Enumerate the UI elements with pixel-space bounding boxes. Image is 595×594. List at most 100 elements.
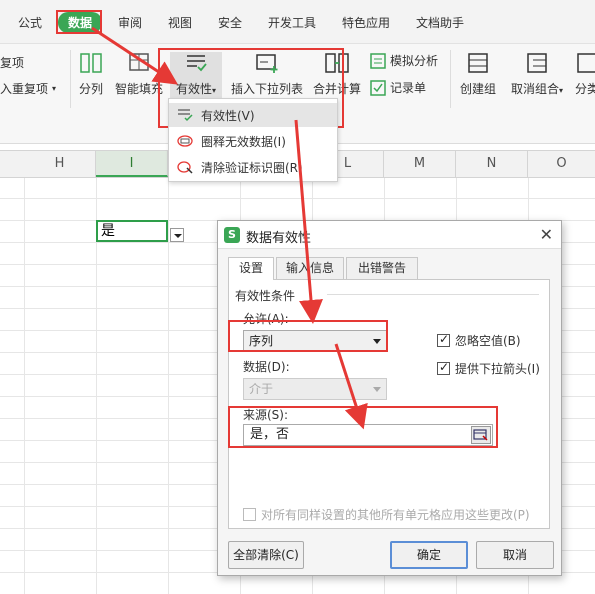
provide-dropdown-label: 提供下拉箭头(I) bbox=[455, 362, 540, 376]
validity-conditions-label: 有效性条件 bbox=[235, 289, 296, 303]
create-group-icon bbox=[468, 53, 488, 73]
validity-button[interactable]: 有效性▾ bbox=[170, 52, 222, 102]
split-column-button[interactable]: 分列 bbox=[76, 52, 106, 97]
menu-item-validity[interactable]: 有效性(V) bbox=[169, 103, 337, 127]
record-form-button[interactable]: 记录单 bbox=[370, 79, 426, 96]
close-icon[interactable]: ✕ bbox=[540, 225, 553, 244]
tab-features[interactable]: 特色应用 bbox=[342, 14, 390, 31]
data-validity-dialog: S 数据有效性 ✕ 设置 输入信息 出错警告 有效性条件 允许(A): 序列 忽… bbox=[217, 220, 562, 576]
simulate-button[interactable]: 模拟分析 bbox=[370, 52, 438, 69]
cancel-button[interactable]: 取消 bbox=[476, 541, 554, 569]
range-picker-icon[interactable] bbox=[471, 426, 491, 444]
ungroup-button[interactable]: 取消组合▾ bbox=[506, 52, 568, 97]
smart-fill-label: 智能填充 bbox=[114, 82, 163, 96]
record-form-icon bbox=[370, 79, 386, 96]
subtotal-button[interactable]: 分类 bbox=[572, 52, 595, 97]
validity-label: 有效性 bbox=[175, 82, 212, 96]
tab-data[interactable]: 数据 bbox=[58, 12, 103, 33]
range-picker-glyph bbox=[473, 429, 488, 441]
data-label: 数据(D): bbox=[243, 360, 290, 374]
chevron-down-icon bbox=[373, 339, 381, 344]
tab-developer[interactable]: 开发工具 bbox=[268, 14, 316, 31]
tab-doc-assistant[interactable]: 文档助手 bbox=[416, 14, 464, 31]
data-select: 介于 bbox=[243, 378, 387, 400]
group-divider bbox=[327, 294, 539, 295]
reject-duplicates-label: 入重复项 bbox=[0, 82, 49, 96]
menu-item-validity-label: 有效性(V) bbox=[201, 108, 255, 123]
clear-all-button[interactable]: 全部清除(C) bbox=[228, 541, 304, 569]
validity-icon bbox=[187, 55, 207, 72]
smart-fill-icon bbox=[129, 53, 149, 71]
menu-item-clear-circles[interactable]: 清除验证标识圈(R) bbox=[169, 155, 337, 179]
reject-duplicates[interactable]: 入重复项 ▾ bbox=[0, 80, 56, 97]
validity-small-icon bbox=[178, 109, 193, 122]
ungroup-icon bbox=[527, 53, 547, 73]
create-group-button[interactable]: 创建组 bbox=[458, 52, 498, 97]
split-column-icon bbox=[80, 53, 102, 73]
menu-item-clear-circles-label: 清除验证标识圈(R) bbox=[201, 160, 303, 175]
provide-dropdown-checkbox[interactable]: 提供下拉箭头(I) bbox=[437, 360, 540, 377]
column-header-n[interactable]: N bbox=[456, 151, 528, 177]
tab-error-alert[interactable]: 出错警告 bbox=[346, 257, 418, 279]
chevron-down-icon bbox=[373, 387, 381, 392]
allow-select[interactable]: 序列 bbox=[243, 330, 387, 352]
subtotal-icon bbox=[577, 53, 595, 73]
checkbox-checked-icon bbox=[437, 360, 450, 375]
create-group-label: 创建组 bbox=[459, 82, 496, 96]
duplicate-item[interactable]: 复项 bbox=[0, 54, 24, 71]
settings-panel: 有效性条件 允许(A): 序列 忽略空值(B) 提供下拉箭头(I) 数据(D):… bbox=[228, 279, 550, 529]
dialog-title: 数据有效性 bbox=[246, 231, 312, 246]
wps-logo-icon: S bbox=[224, 227, 240, 243]
merge-calc-button[interactable]: 合并计算 bbox=[312, 52, 362, 97]
col-line bbox=[168, 178, 169, 594]
tab-settings[interactable]: 设置 bbox=[228, 257, 274, 280]
simulate-label: 模拟分析 bbox=[390, 54, 439, 68]
allow-select-value: 序列 bbox=[249, 334, 274, 348]
tab-view[interactable]: 视图 bbox=[168, 14, 192, 31]
checkbox-unchecked-icon bbox=[243, 508, 256, 521]
simulate-icon bbox=[370, 52, 386, 69]
divider bbox=[450, 50, 451, 108]
split-column-label: 分列 bbox=[78, 82, 103, 96]
clear-circles-icon bbox=[177, 161, 193, 174]
ungroup-label: 取消组合 bbox=[510, 82, 559, 96]
column-header-m[interactable]: M bbox=[384, 151, 456, 177]
record-form-label: 记录单 bbox=[390, 81, 427, 95]
tab-review[interactable]: 审阅 bbox=[118, 14, 142, 31]
menu-item-circle-invalid[interactable]: 圈释无效数据(I) bbox=[169, 129, 337, 153]
tab-security[interactable]: 安全 bbox=[218, 14, 242, 31]
validity-menu: 有效性(V) 圈释无效数据(I) 清除验证标识圈(R) bbox=[168, 98, 338, 182]
tab-input-message[interactable]: 输入信息 bbox=[276, 257, 344, 279]
tab-formula[interactable]: 公式 bbox=[18, 14, 42, 31]
data-select-value: 介于 bbox=[249, 382, 274, 396]
merge-calc-icon bbox=[325, 53, 349, 73]
apply-all-label: 对所有同样设置的其他所有单元格应用这些更改(P) bbox=[261, 508, 530, 522]
checkbox-checked-icon bbox=[437, 332, 450, 347]
allow-label: 允许(A): bbox=[243, 312, 289, 326]
ignore-blank-label: 忽略空值(B) bbox=[455, 334, 521, 348]
dialog-title-bar[interactable]: S 数据有效性 ✕ bbox=[218, 221, 561, 249]
circle-invalid-icon bbox=[177, 135, 193, 147]
row-line bbox=[0, 198, 595, 199]
ignore-blank-checkbox[interactable]: 忽略空值(B) bbox=[437, 332, 521, 349]
column-header-h[interactable]: H bbox=[24, 151, 96, 177]
column-header-i[interactable]: I bbox=[96, 151, 168, 177]
menu-item-circle-invalid-label: 圈释无效数据(I) bbox=[201, 134, 286, 149]
ok-button[interactable]: 确定 bbox=[390, 541, 468, 569]
divider bbox=[70, 50, 71, 108]
column-header-o[interactable]: O bbox=[528, 151, 595, 177]
chevron-down-icon: ▾ bbox=[52, 84, 57, 93]
source-label: 来源(S): bbox=[243, 408, 289, 422]
col-line bbox=[24, 178, 25, 594]
smart-fill-button[interactable]: 智能填充 bbox=[114, 52, 164, 97]
cell-dropdown-arrow-icon[interactable] bbox=[170, 228, 184, 242]
merge-calc-label: 合并计算 bbox=[312, 82, 361, 96]
insert-dropdown-icon bbox=[256, 54, 278, 73]
insert-dropdown-button[interactable]: 插入下拉列表 bbox=[230, 52, 304, 97]
source-input[interactable]: 是，否 bbox=[243, 424, 493, 446]
insert-dropdown-label: 插入下拉列表 bbox=[230, 82, 303, 96]
selected-cell-i[interactable]: 是 bbox=[96, 220, 168, 242]
apply-all-checkbox: 对所有同样设置的其他所有单元格应用这些更改(P) bbox=[243, 506, 530, 523]
chevron-down-icon: ▾ bbox=[212, 86, 217, 95]
chevron-down-icon: ▾ bbox=[559, 86, 564, 95]
